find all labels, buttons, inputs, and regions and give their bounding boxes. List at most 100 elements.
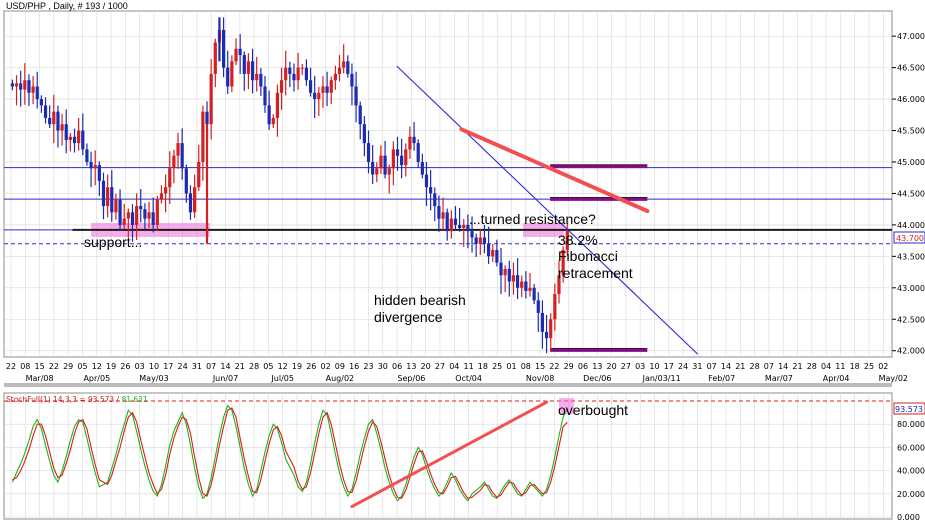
- candle-body: [130, 212, 135, 225]
- candle-body: [458, 224, 462, 229]
- candle-body: [259, 73, 263, 87]
- candle-body: [159, 193, 164, 200]
- annotation-fib-retracement: retracement: [558, 265, 633, 281]
- x-day-label: 02: [878, 362, 888, 371]
- candle-body: [358, 105, 362, 125]
- candle-body: [14, 83, 19, 87]
- x-month-label: Sep/06: [397, 374, 425, 383]
- candle-body: [350, 73, 354, 87]
- candle-body: [383, 155, 387, 175]
- x-day-label: 21: [792, 362, 802, 371]
- candle-body: [337, 67, 342, 74]
- candle-body: [400, 155, 404, 166]
- chart-title: USD/PHP , Daily, # 193 / 1000: [6, 1, 128, 11]
- price-tick-label: 42.000: [897, 347, 925, 356]
- price-tick-label: 46.000: [897, 95, 925, 104]
- candle-body: [478, 237, 482, 244]
- stoch-tick-label: 80.000: [897, 420, 925, 429]
- candle-body: [549, 319, 553, 339]
- candle-body: [135, 206, 139, 225]
- x-month-label: Dec/06: [583, 374, 611, 383]
- candle-body: [424, 174, 429, 188]
- x-day-label: 30: [378, 362, 388, 371]
- candle-body: [143, 209, 147, 219]
- candle-body: [329, 80, 333, 93]
- candle-body: [495, 250, 499, 263]
- x-day-label: 29: [63, 362, 73, 371]
- candle-body: [168, 168, 172, 188]
- candle-body: [313, 92, 317, 100]
- candle-body: [172, 155, 176, 169]
- candle-body: [486, 243, 491, 257]
- x-day-label: 25: [864, 362, 874, 371]
- candle-body: [491, 250, 495, 257]
- candle-body: [10, 83, 14, 87]
- chart-window: 22 08 15 22 29 05 12 19 26 03 10 17 24 31 07 14 21 28 05 12…: [0, 0, 925, 525]
- candle-body: [536, 300, 540, 313]
- x-day-label: 04: [821, 362, 831, 371]
- candle-body: [507, 268, 511, 282]
- candle-body: [197, 161, 201, 188]
- x-day-label: 22: [6, 362, 16, 371]
- x-month-label: Apr/04: [823, 374, 850, 383]
- candle-body: [43, 105, 48, 118]
- x-day-label: 12: [92, 362, 102, 371]
- x-month-label: May/03: [139, 374, 168, 383]
- x-day-label: 26: [306, 362, 316, 371]
- annotation-fib-name: Fibonacci: [558, 248, 618, 264]
- x-day-label: 09: [335, 362, 345, 371]
- candle-body: [371, 161, 375, 175]
- x-day-label: 28: [750, 362, 760, 371]
- x-day-label: 19: [292, 362, 302, 371]
- x-day-label: 15: [535, 362, 545, 371]
- candle-body: [205, 111, 209, 125]
- candle-body: [64, 124, 68, 140]
- candle-body: [433, 193, 437, 207]
- candle-body: [288, 67, 292, 74]
- candle-body: [110, 187, 114, 213]
- candle-body: [275, 92, 280, 118]
- candle-body: [321, 86, 325, 93]
- x-day-label: 11: [835, 362, 845, 371]
- candle-body: [35, 86, 39, 100]
- x-month-label: Nov/08: [526, 374, 555, 383]
- candle-body: [89, 161, 93, 169]
- stoch-title: StochFull(1) 14,3,3 = 93.573 / 81.631: [6, 395, 148, 404]
- candle-body: [93, 165, 97, 169]
- candle-body: [226, 67, 230, 87]
- x-day-label: 14: [220, 362, 230, 371]
- candle-body: [515, 275, 520, 288]
- x-day-label: 07: [764, 362, 774, 371]
- candle-body: [470, 231, 474, 238]
- x-day-label: 24: [678, 362, 688, 371]
- candle-body: [342, 61, 346, 68]
- candle-body: [234, 48, 238, 62]
- candle-body: [524, 281, 528, 291]
- candle-body: [56, 111, 60, 131]
- price-tick-label: 43.000: [897, 284, 925, 293]
- candle-body: [540, 312, 545, 332]
- price-tick-label: 47.000: [897, 32, 925, 41]
- x-day-label: 10: [149, 362, 159, 371]
- candle-body: [474, 237, 478, 244]
- candle-body: [532, 287, 536, 301]
- candle-body: [81, 130, 85, 150]
- candle-body: [271, 117, 275, 125]
- x-month-label: Feb/07: [708, 374, 735, 383]
- candle-body: [420, 161, 424, 175]
- price-tick-label: 43.500: [897, 252, 925, 261]
- candle-body: [213, 42, 217, 74]
- x-day-label: 04: [449, 362, 459, 371]
- x-day-label: 17: [664, 362, 674, 371]
- candle-body: [97, 165, 101, 181]
- x-day-label: 31: [192, 362, 202, 371]
- candle-body: [366, 143, 371, 162]
- candle-body: [68, 136, 72, 140]
- candle-body: [126, 212, 130, 219]
- candle-body: [362, 124, 366, 144]
- candle-body: [246, 61, 251, 74]
- x-day-label: 18: [478, 362, 488, 371]
- candle-body: [48, 117, 52, 125]
- candle-body: [27, 80, 31, 93]
- x-day-label: 02: [321, 362, 331, 371]
